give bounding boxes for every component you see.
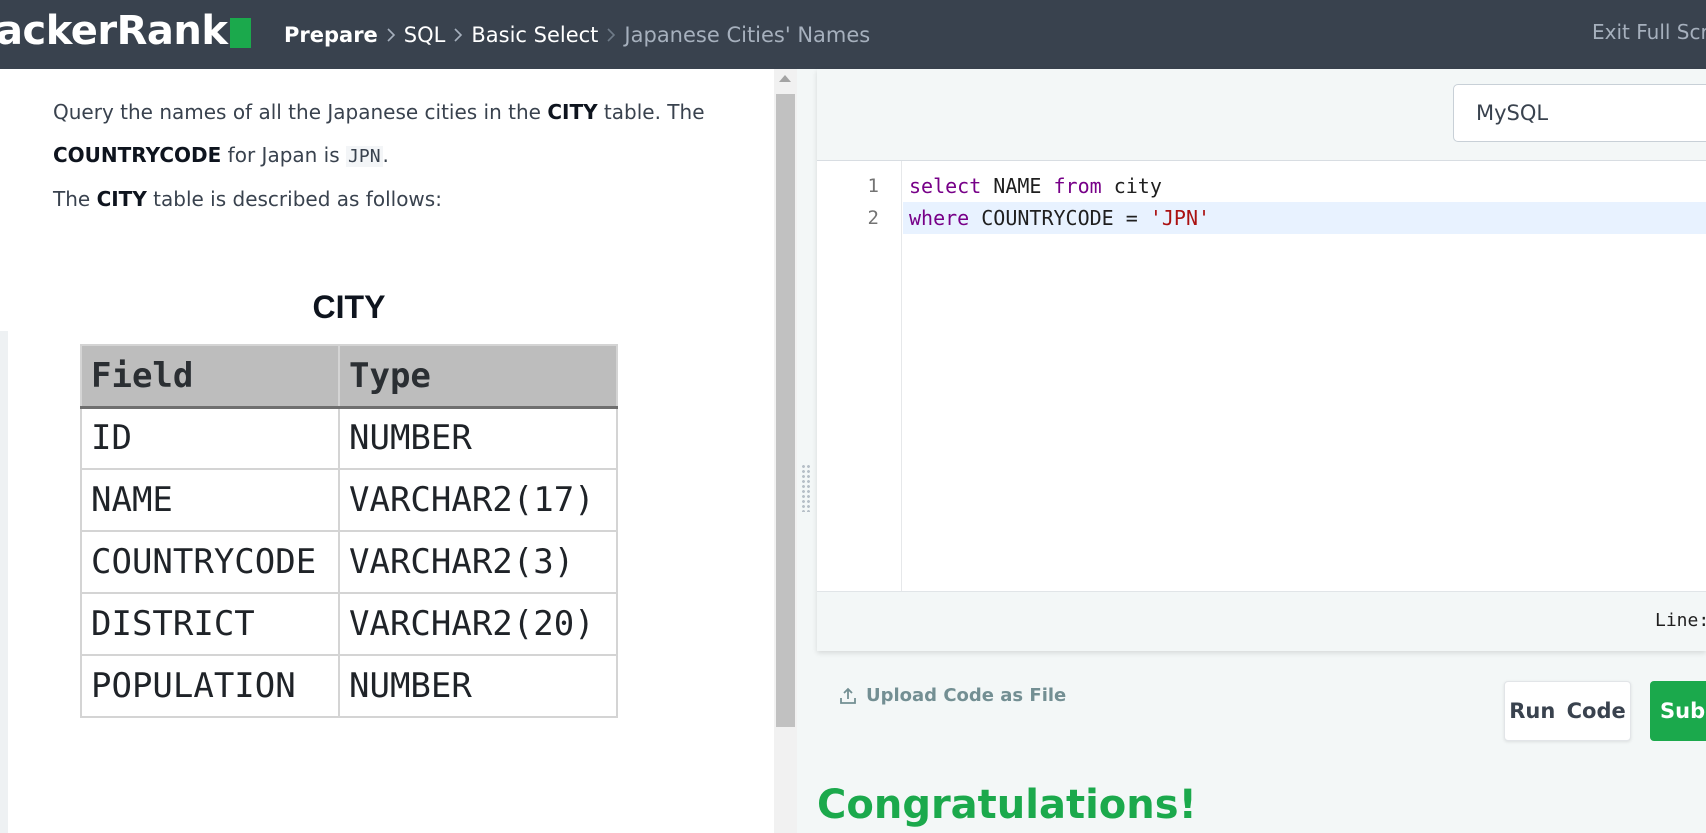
table-row: NAME VARCHAR2(17) (80, 468, 618, 532)
editor-status-bar: Line: (817, 591, 1706, 651)
breadcrumb-current-challenge: Japanese Cities' Names (624, 22, 871, 47)
chevron-right-icon (598, 27, 624, 42)
table-row: POPULATION NUMBER (80, 654, 618, 718)
breadcrumb-sql[interactable]: SQL (404, 23, 446, 47)
table-cell-type: VARCHAR2(3) (338, 530, 618, 594)
problem-line-2: COUNTRYCODE for Japan is JPN. (53, 143, 389, 167)
editor-pane: MySQL 1 2 select NAME from city where CO… (817, 69, 1706, 833)
breadcrumb-prepare[interactable]: Prepare (284, 23, 378, 47)
submit-code-button[interactable]: Subm (1650, 681, 1706, 741)
code-lines[interactable]: select NAME from city where COUNTRYCODE … (903, 161, 1706, 234)
table-cell-field: COUNTRYCODE (80, 530, 340, 594)
problem-line-1: Query the names of all the Japanese citi… (53, 100, 705, 124)
drag-handle-icon[interactable] (801, 464, 811, 512)
upload-label: Upload Code as File (866, 685, 1067, 706)
problem-pane: Query the names of all the Japanese citi… (0, 69, 774, 833)
upload-icon (840, 687, 856, 704)
table-cell-field: DISTRICT (80, 592, 340, 656)
scrollbar-thumb[interactable] (776, 94, 795, 727)
exit-fullscreen-link[interactable]: Exit Full Scre (1592, 20, 1706, 44)
logo-block-icon (230, 18, 252, 48)
line-number-gutter: 1 2 (817, 161, 902, 591)
chevron-right-icon (378, 27, 404, 42)
pane-edge (0, 331, 8, 833)
logo-text: ackerRank (0, 8, 228, 54)
table-cell-type: NUMBER (338, 654, 618, 718)
table-cell-type: VARCHAR2(20) (338, 592, 618, 656)
table-row: COUNTRYCODE VARCHAR2(3) (80, 530, 618, 594)
breadcrumb: Prepare SQL Basic Select Japanese Cities… (284, 0, 870, 69)
schema-table-title: CITY (312, 289, 386, 325)
line-number: 1 (867, 175, 879, 197)
table-name-bold: CITY (547, 100, 598, 124)
problem-statement: Query the names of all the Japanese citi… (53, 91, 743, 221)
problem-line-3: The CITY table is described as follows: (53, 187, 442, 211)
table-header-type: Type (338, 344, 618, 409)
keyword: select (909, 174, 982, 198)
upload-code-button[interactable]: Upload Code as File (839, 685, 1066, 706)
table-cell-field: POPULATION (80, 654, 340, 718)
success-message: Congratulations! (817, 782, 1197, 828)
editor-toolbar: MySQL (817, 69, 1706, 161)
language-select[interactable]: MySQL (1453, 84, 1706, 142)
code-editor: MySQL 1 2 select NAME from city where CO… (817, 69, 1706, 651)
cursor-line-status: Line: (1655, 610, 1706, 631)
schema-table: Field Type ID NUMBER NAME VARCHAR2(17) C… (80, 344, 618, 718)
scroll-up-arrow-icon[interactable] (779, 75, 791, 82)
keyword: where (909, 206, 970, 230)
inline-code: JPN (346, 146, 383, 167)
table-cell-field: NAME (80, 468, 340, 532)
table-header-field: Field (80, 344, 340, 409)
code-area[interactable]: 1 2 select NAME from city where COUNTRYC… (817, 161, 1706, 591)
table-row: ID NUMBER (80, 406, 618, 470)
table-cell-type: VARCHAR2(17) (338, 468, 618, 532)
breadcrumb-basic-select[interactable]: Basic Select (471, 23, 598, 47)
table-header-row: Field Type (80, 344, 618, 409)
string-literal: 'JPN' (1149, 206, 1211, 230)
code-line[interactable]: select NAME from city (903, 170, 1706, 202)
chevron-right-icon (445, 27, 471, 42)
problem-scrollbar[interactable] (774, 69, 797, 833)
table-cell-field: ID (80, 406, 340, 470)
table-row: DISTRICT VARCHAR2(20) (80, 592, 618, 656)
column-name-bold: COUNTRYCODE (53, 143, 222, 167)
code-line-active[interactable]: where COUNTRYCODE = 'JPN' (903, 202, 1706, 234)
run-code-button[interactable]: Run Code (1504, 681, 1631, 741)
keyword: from (1053, 174, 1102, 198)
table-name-bold: CITY (96, 187, 147, 211)
table-cell-type: NUMBER (338, 406, 618, 470)
pane-splitter[interactable] (797, 69, 817, 833)
top-nav-bar: ackerRank Prepare SQL Basic Select Japan… (0, 0, 1706, 69)
hackerrank-logo[interactable]: ackerRank (0, 8, 252, 54)
line-number: 2 (867, 207, 879, 229)
